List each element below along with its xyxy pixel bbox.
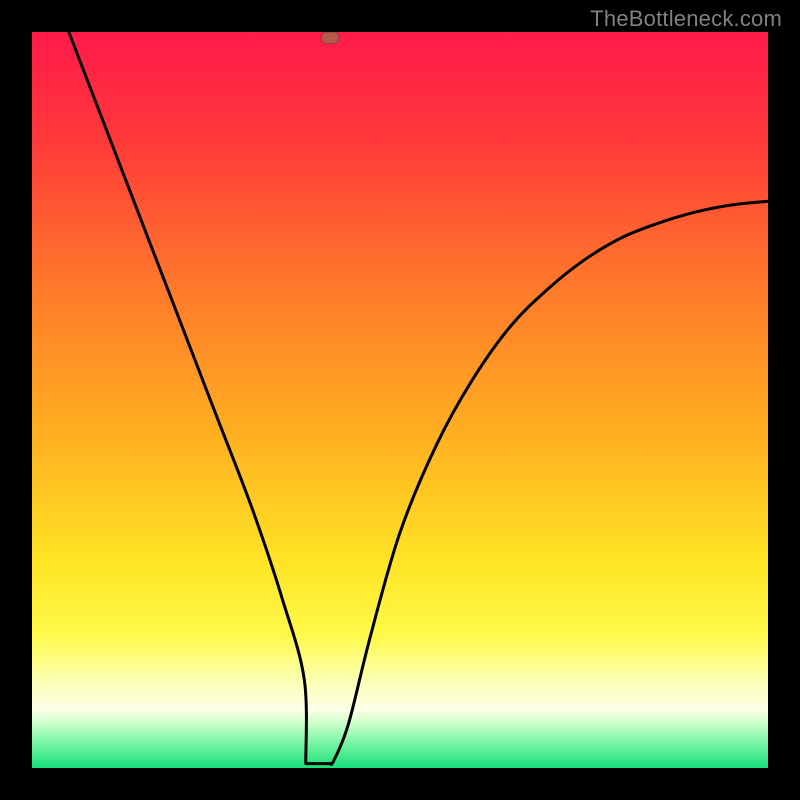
- watermark-text: TheBottleneck.com: [590, 6, 782, 32]
- plot-area: [32, 32, 768, 768]
- minimum-marker: [321, 32, 339, 44]
